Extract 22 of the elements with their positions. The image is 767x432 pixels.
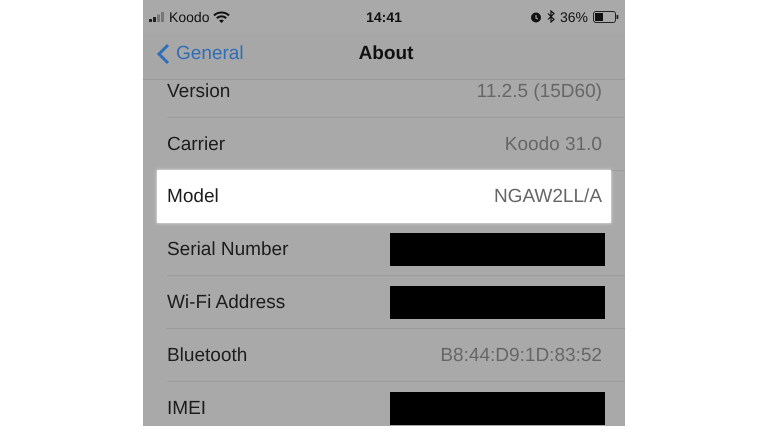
row-label: Bluetooth — [167, 346, 248, 364]
chevron-left-icon — [157, 43, 170, 65]
bluetooth-icon — [546, 10, 555, 23]
row-label: Version — [167, 82, 230, 100]
row-value: NGAW2LL/A — [494, 187, 602, 206]
row-label: Carrier — [167, 134, 226, 154]
alarm-clock-icon — [530, 10, 542, 22]
row-label: Wi-Fi Address — [167, 292, 286, 312]
row-value: 11.2.5 (15D60) — [476, 82, 602, 100]
row-label: Model — [167, 187, 219, 206]
wifi-icon — [213, 10, 230, 22]
row-label: Serial Number — [167, 240, 288, 258]
battery-icon — [593, 10, 619, 22]
battery-percent: 36% — [560, 8, 588, 24]
screen-title: About — [358, 43, 414, 65]
row-value: Koodo 31.0 — [504, 134, 602, 154]
signal-icon — [149, 12, 165, 22]
row-label: IMEI — [167, 398, 206, 418]
back-button[interactable]: General — [157, 43, 359, 65]
carrier-name: Koodo — [169, 8, 210, 24]
row-value: B8:44:D9:1D:83:52 — [440, 346, 602, 364]
clock-time: 14:41 — [366, 8, 402, 24]
